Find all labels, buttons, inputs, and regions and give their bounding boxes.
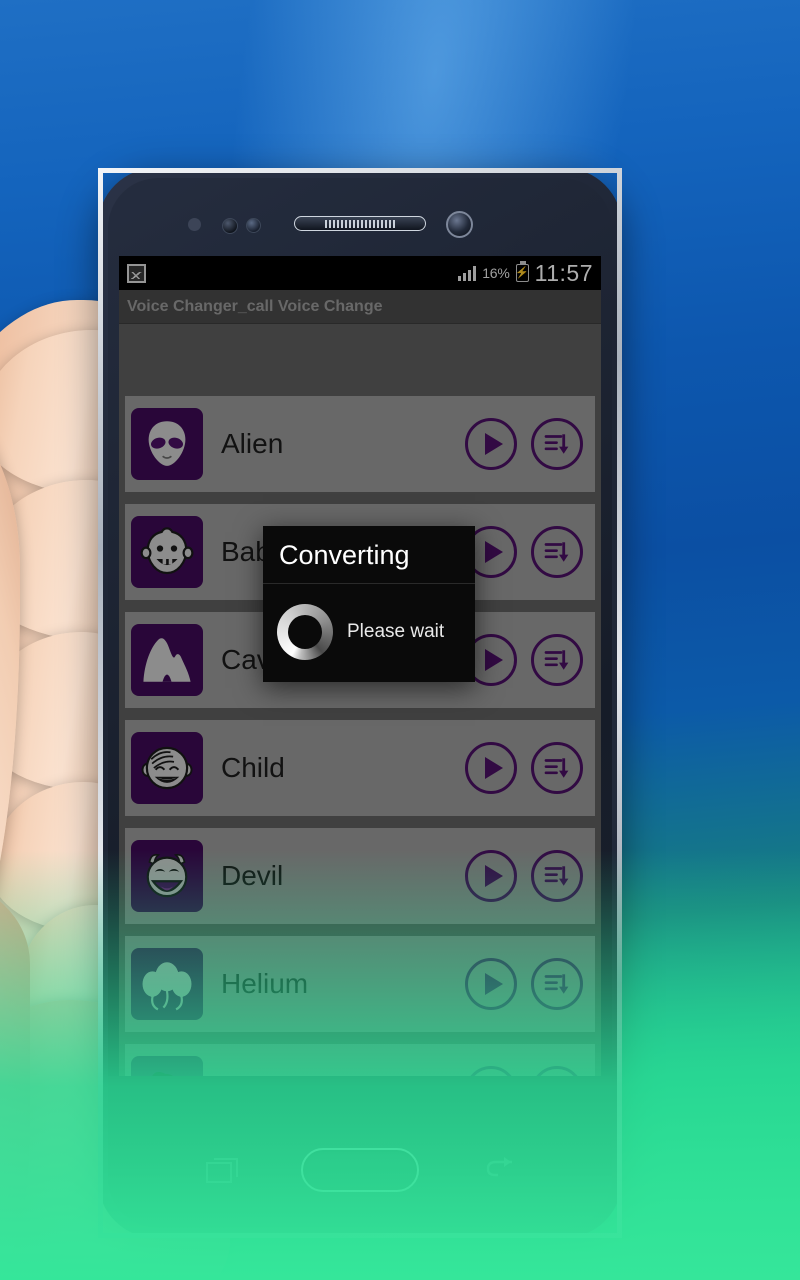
list-item-actions bbox=[465, 742, 583, 794]
list-item-actions bbox=[465, 634, 583, 686]
list-item-actions bbox=[465, 1066, 583, 1076]
status-bar-right: 16% ⚡ 11:57 bbox=[457, 259, 593, 287]
download-list-icon[interactable] bbox=[531, 634, 583, 686]
download-list-icon[interactable] bbox=[531, 742, 583, 794]
recents-key-icon[interactable] bbox=[206, 1158, 238, 1183]
thumb bbox=[0, 395, 20, 965]
dialog-title: Converting bbox=[263, 526, 475, 584]
smartphone-device: 16% ⚡ 11:57 Voice Changer_call Voice Cha… bbox=[98, 168, 622, 1238]
play-icon[interactable] bbox=[465, 958, 517, 1010]
download-list-icon[interactable] bbox=[531, 958, 583, 1010]
list-item-actions bbox=[465, 418, 583, 470]
earpiece-grille bbox=[294, 216, 426, 231]
duck-icon bbox=[131, 1056, 203, 1076]
list-item[interactable]: Helium bbox=[125, 936, 595, 1032]
mountain-icon bbox=[131, 624, 203, 696]
thumb-base bbox=[0, 880, 30, 1280]
play-icon[interactable] bbox=[465, 850, 517, 902]
home-button[interactable] bbox=[301, 1148, 419, 1192]
list-item-actions bbox=[465, 958, 583, 1010]
devil-face-icon bbox=[131, 840, 203, 912]
list-item[interactable]: Devil bbox=[125, 828, 595, 924]
voice-effect-list[interactable]: Alien Baby Cave Child Devil Helium bbox=[119, 396, 601, 1076]
list-item[interactable]: Duck bbox=[125, 1044, 595, 1076]
converting-dialog: Converting Please wait bbox=[263, 526, 475, 682]
play-icon[interactable] bbox=[465, 742, 517, 794]
app-title-label: Voice Changer_call Voice Change bbox=[127, 297, 383, 315]
download-list-icon[interactable] bbox=[531, 418, 583, 470]
battery-charging-icon: ⚡ bbox=[515, 261, 529, 282]
list-item-actions bbox=[465, 850, 583, 902]
signal-bars-icon bbox=[457, 265, 477, 281]
list-item-actions bbox=[465, 526, 583, 578]
status-bar: 16% ⚡ 11:57 bbox=[119, 256, 601, 290]
list-item-label: Helium bbox=[221, 968, 309, 999]
dialog-message: Please wait bbox=[347, 621, 445, 642]
download-list-icon[interactable] bbox=[531, 850, 583, 902]
phone-front-face: 16% ⚡ 11:57 Voice Changer_call Voice Cha… bbox=[108, 178, 612, 1228]
download-list-icon[interactable] bbox=[531, 526, 583, 578]
image-notification-icon bbox=[127, 263, 146, 283]
status-bar-clock: 11:57 bbox=[534, 259, 593, 286]
banner-ad-area bbox=[119, 324, 601, 396]
phone-screen: 16% ⚡ 11:57 Voice Changer_call Voice Cha… bbox=[119, 256, 601, 1076]
list-item-label: Devil bbox=[221, 860, 284, 891]
list-item[interactable]: Child bbox=[125, 720, 595, 816]
child-face-icon bbox=[131, 732, 203, 804]
list-item-label: Alien bbox=[221, 428, 284, 459]
front-camera-icon bbox=[446, 211, 473, 238]
back-key-icon[interactable] bbox=[484, 1156, 516, 1180]
download-list-icon[interactable] bbox=[531, 1066, 583, 1076]
baby-face-icon bbox=[131, 516, 203, 588]
scene: 16% ⚡ 11:57 Voice Changer_call Voice Cha… bbox=[0, 0, 800, 1280]
notification-led bbox=[188, 218, 201, 231]
play-icon[interactable] bbox=[465, 1066, 517, 1076]
play-icon[interactable] bbox=[465, 418, 517, 470]
alien-face-icon bbox=[131, 408, 203, 480]
list-item-label: Child bbox=[221, 752, 285, 783]
balloons-icon bbox=[131, 948, 203, 1020]
dialog-body: Please wait bbox=[263, 584, 475, 682]
loading-spinner-icon bbox=[277, 604, 333, 660]
light-sensor-icon bbox=[246, 218, 261, 233]
app-title-bar: Voice Changer_call Voice Change bbox=[119, 290, 601, 324]
list-item[interactable]: Alien bbox=[125, 396, 595, 492]
battery-percent-label: 16% bbox=[482, 265, 510, 281]
proximity-sensor-icon bbox=[222, 218, 238, 234]
